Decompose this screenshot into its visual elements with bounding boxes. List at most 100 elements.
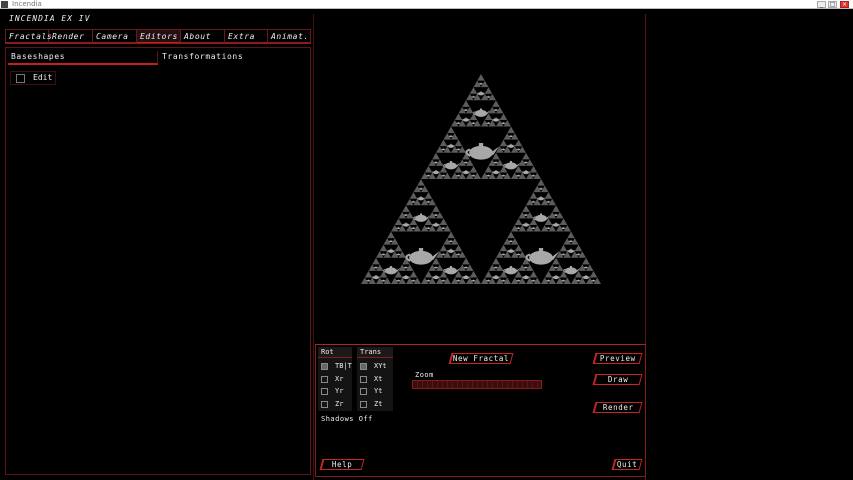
fractal-cell bbox=[529, 192, 538, 199]
fractal-cell bbox=[387, 231, 395, 239]
rot-option-zr[interactable]: Zr bbox=[321, 399, 343, 409]
subtab-baseshapes[interactable]: Baseshapes bbox=[8, 51, 158, 65]
fractal-cell bbox=[529, 165, 538, 173]
rot-tbt-label: TB|T bbox=[335, 362, 352, 370]
divider-left bbox=[313, 14, 314, 480]
new-fractal-button[interactable]: New Fractal bbox=[448, 353, 514, 364]
draw-label: Draw bbox=[607, 375, 629, 384]
fractal-cell bbox=[469, 270, 478, 278]
editor-panel: Baseshapes Transformations Edit bbox=[5, 47, 311, 475]
preview-button[interactable]: Preview bbox=[592, 353, 643, 364]
fractal-cell bbox=[499, 113, 508, 120]
fractal-cell bbox=[364, 270, 373, 278]
fractal-cell bbox=[379, 244, 388, 252]
subtab-transformations[interactable]: Transformations bbox=[159, 51, 308, 65]
fractal-image bbox=[361, 74, 601, 284]
control-panel: Rot TB|T Xr Yr Zr Trans XYt Xt Yt Zt Sha… bbox=[315, 344, 646, 477]
trans-option-xyt[interactable]: XYt bbox=[360, 361, 387, 371]
close-button[interactable]: × bbox=[840, 1, 849, 8]
help-button[interactable]: Help bbox=[319, 459, 365, 470]
rot-zr-checkbox[interactable] bbox=[321, 401, 328, 408]
edit-checkbox-box[interactable] bbox=[16, 74, 25, 83]
rot-xr-checkbox[interactable] bbox=[321, 376, 328, 383]
draw-button[interactable]: Draw bbox=[592, 374, 643, 385]
tab-fractals[interactable]: Fractals bbox=[6, 30, 52, 43]
zoom-slider[interactable] bbox=[412, 380, 542, 389]
fractal-cell bbox=[514, 139, 523, 147]
trans-option-zt[interactable]: Zt bbox=[360, 399, 382, 409]
rot-column: Rot TB|T Xr Yr Zr bbox=[318, 347, 352, 411]
fractal-cell bbox=[432, 152, 440, 160]
fractal-cell bbox=[439, 139, 448, 147]
fractal-cell bbox=[439, 244, 448, 252]
rot-option-tbt[interactable]: TB|T bbox=[321, 361, 352, 371]
fractal-cell bbox=[484, 270, 493, 278]
fractal-cell bbox=[409, 270, 418, 278]
fractal-cell bbox=[559, 218, 568, 225]
fractal-cell bbox=[447, 126, 455, 134]
fractal-cell bbox=[462, 100, 470, 107]
fractal-cell bbox=[462, 257, 470, 265]
fractal-cell bbox=[537, 179, 545, 186]
tab-render[interactable]: Render bbox=[49, 30, 93, 43]
fractal-cell bbox=[589, 270, 598, 278]
fractal-cell bbox=[424, 270, 433, 278]
tab-editors[interactable]: Editors bbox=[137, 30, 181, 43]
maximize-button[interactable]: □ bbox=[828, 1, 837, 8]
fractal-cell bbox=[582, 257, 590, 265]
fractal-cell bbox=[469, 87, 478, 94]
trans-option-yt[interactable]: Yt bbox=[360, 386, 382, 396]
tab-about[interactable]: About bbox=[181, 30, 225, 43]
minimize-button[interactable]: _ bbox=[817, 1, 826, 8]
fractal-cell bbox=[492, 100, 500, 107]
editor-subtabs: Baseshapes Transformations bbox=[8, 51, 308, 65]
trans-xt-label: Xt bbox=[374, 375, 383, 383]
fractal-cell bbox=[499, 244, 508, 252]
trans-yt-label: Yt bbox=[374, 387, 383, 395]
fractal-cell bbox=[469, 165, 478, 173]
preview-label: Preview bbox=[599, 354, 636, 363]
fractal-cell bbox=[447, 231, 455, 239]
quit-button[interactable]: Quit bbox=[611, 459, 643, 470]
fractal-cell bbox=[499, 139, 508, 147]
quit-label: Quit bbox=[617, 460, 638, 469]
trans-option-xt[interactable]: Xt bbox=[360, 374, 382, 384]
trans-xyt-label: XYt bbox=[374, 362, 387, 370]
fractal-cell bbox=[529, 270, 538, 278]
trans-zt-label: Zt bbox=[374, 400, 383, 408]
render-button[interactable]: Render bbox=[592, 402, 643, 413]
rot-zr-label: Zr bbox=[335, 400, 344, 408]
tab-camera[interactable]: Camera bbox=[93, 30, 137, 43]
render-view[interactable] bbox=[316, 14, 645, 344]
fractal-cell bbox=[544, 270, 553, 278]
fractal-cell bbox=[424, 192, 433, 199]
shadows-toggle[interactable]: Shadows Off bbox=[321, 415, 373, 423]
tab-animat[interactable]: Animat. bbox=[268, 30, 310, 43]
rot-option-xr[interactable]: Xr bbox=[321, 374, 343, 384]
fractal-cell bbox=[454, 139, 463, 147]
fractal-cell bbox=[439, 218, 448, 225]
rot-yr-checkbox[interactable] bbox=[321, 388, 328, 395]
rot-header: Rot bbox=[318, 347, 352, 358]
fractal-cell bbox=[574, 244, 583, 252]
rot-tbt-checkbox[interactable] bbox=[321, 363, 328, 370]
trans-xyt-checkbox[interactable] bbox=[360, 363, 367, 370]
trans-xt-checkbox[interactable] bbox=[360, 376, 367, 383]
fractal-cell bbox=[424, 165, 433, 173]
fractal-cell bbox=[544, 192, 553, 199]
zoom-label: Zoom bbox=[415, 371, 434, 379]
fractal-cell bbox=[514, 244, 523, 252]
fractal-cell bbox=[454, 113, 463, 120]
fractal-cell bbox=[507, 231, 515, 239]
app-icon bbox=[1, 1, 8, 8]
edit-checkbox[interactable]: Edit bbox=[10, 71, 56, 85]
fractal-cell bbox=[567, 231, 575, 239]
tab-extra[interactable]: Extra bbox=[225, 30, 268, 43]
window-title: Incendia bbox=[12, 0, 42, 8]
trans-zt-checkbox[interactable] bbox=[360, 401, 367, 408]
trans-yt-checkbox[interactable] bbox=[360, 388, 367, 395]
fractal-cell bbox=[372, 257, 380, 265]
rot-option-yr[interactable]: Yr bbox=[321, 386, 343, 396]
fractal-cell bbox=[552, 205, 560, 212]
render-label: Render bbox=[602, 403, 634, 412]
